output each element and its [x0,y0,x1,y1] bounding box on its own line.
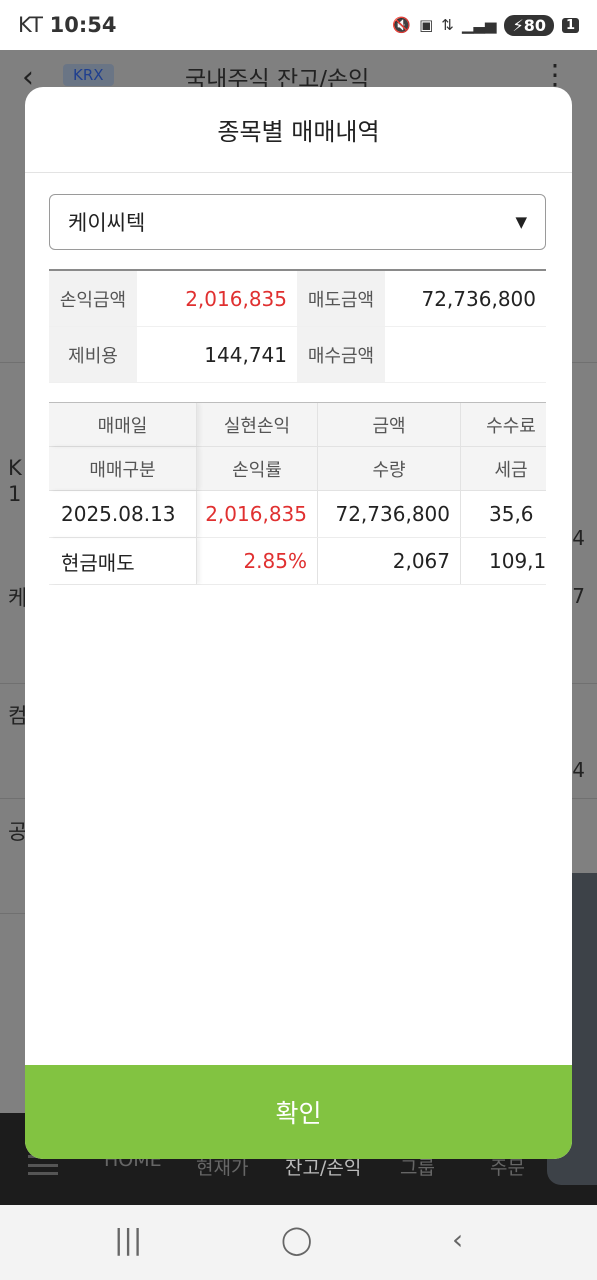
column-header: 수량 [318,447,461,490]
trade-tax: 109,1 [489,549,546,573]
profit-rate: 2.85% [197,538,318,584]
summary-row: 손익금액 2,016,835 매도금액 72,736,800 [49,271,546,327]
dialog-title: 종목별 매매내역 [25,87,572,173]
carrier-label: KT [18,13,43,37]
hd-icon: ▣ [419,16,434,34]
column-header: 매매구분 [49,447,197,490]
signal-icon: ▁▃▅ [461,16,497,34]
column-header: 금액 [318,403,461,446]
bg-row-sub: 1 [8,482,22,506]
trade-amount: 72,736,800 [318,491,461,537]
system-nav-bar: ||| ◯ ‹ [0,1205,597,1280]
summary-label: 제비용 [49,327,137,382]
market-badge: KRX [63,64,114,86]
column-header: 실현손익 [197,403,318,446]
summary-table: 손익금액 2,016,835 매도금액 72,736,800 제비용 144,7… [49,269,546,383]
mute-icon: 🔇 [392,16,412,34]
table-row[interactable]: 현금매도 2.85% 2,067 109,1 [49,538,546,585]
realized-profit: 2,016,835 [197,491,318,537]
status-bar: KT 10:54 🔇 ▣ ⇅ ▁▃▅ ⚡80 1 [0,0,597,50]
home-icon[interactable]: ◯ [281,1223,312,1256]
summary-label: 매수금액 [297,327,385,382]
trade-quantity: 2,067 [318,538,461,584]
trade-fee: 35,6 [489,502,534,526]
summary-value: 72,736,800 [421,286,536,311]
battery-level: 80 [523,15,546,35]
5g-icon: ⇅ [441,16,454,34]
table-header-row: 매매구분 손익률 수량 세금 [49,447,546,491]
column-header: 수수료 [486,415,536,437]
recent-apps-icon[interactable]: ||| [114,1223,142,1256]
bg-row-value: 4 [572,526,585,550]
summary-value: 144,741 [204,342,287,367]
bg-row-value: 4 [572,758,585,782]
table-row[interactable]: 2025.08.13 2,016,835 72,736,800 35,6 [49,491,546,538]
stock-select-value: 케이씨텍 [68,211,146,235]
bg-row-label: K [8,456,22,480]
table-header-row: 매매일 실현손익 금액 수수료 [49,403,546,447]
battery-icon: ⚡80 [504,14,554,36]
column-header: 세금 [494,459,528,481]
summary-row: 제비용 144,741 매수금액 [49,327,546,383]
trade-history-dialog: 종목별 매매내역 케이씨텍 ▼ 손익금액 2,016,835 매도금액 72,7… [25,87,572,1159]
clock: 10:54 [49,13,117,37]
trade-date: 2025.08.13 [49,491,197,537]
column-header: 손익률 [197,447,318,490]
triangle-down-icon: ▼ [515,213,527,231]
sim-badge: 1 [561,17,579,33]
bg-row-value: 7 [572,584,585,608]
trade-table[interactable]: 매매일 실현손익 금액 수수료 매매구분 손익률 수량 세금 2025.08.1… [49,402,546,585]
summary-value [385,327,546,382]
trade-type: 현금매도 [49,538,197,584]
summary-value: 2,016,835 [185,286,287,311]
status-icons: 🔇 ▣ ⇅ ▁▃▅ ⚡80 1 [392,14,579,36]
confirm-button[interactable]: 확인 [25,1065,572,1159]
column-header: 매매일 [49,403,197,446]
summary-label: 손익금액 [49,271,137,326]
status-carrier-time: KT 10:54 [18,13,117,37]
summary-label: 매도금액 [297,271,385,326]
stock-select[interactable]: 케이씨텍 ▼ [49,194,546,250]
back-icon[interactable]: ‹ [452,1223,463,1256]
